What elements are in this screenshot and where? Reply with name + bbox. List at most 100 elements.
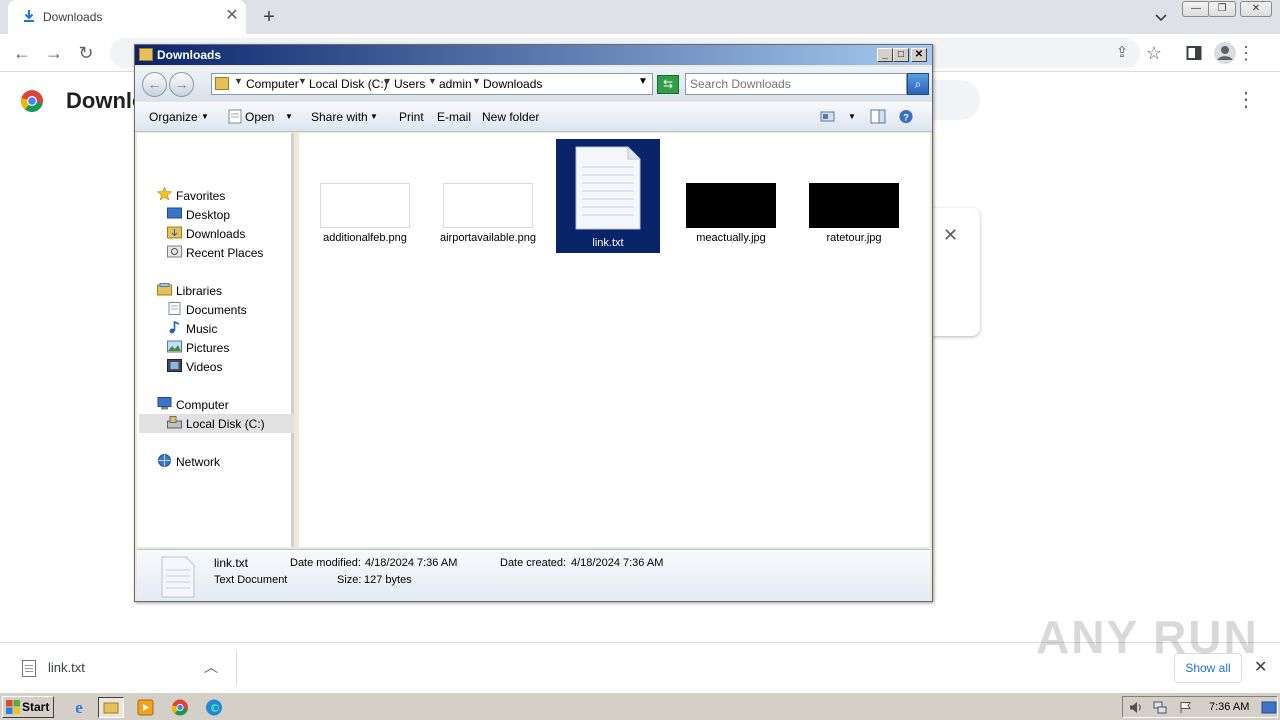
details-pane: link.txt Text Document Date modified: 4/…	[137, 549, 930, 601]
computer-icon	[157, 397, 172, 410]
maximize-button[interactable]: □	[893, 48, 909, 62]
help-icon[interactable]: ?	[898, 109, 914, 124]
breadcrumb-downloads[interactable]: Downloads	[483, 77, 542, 91]
svg-text:?: ?	[903, 112, 909, 122]
address-row: ← → ▼ Computer ▼ Local Disk (C:) ▼ Users…	[135, 67, 932, 101]
minimize-button[interactable]: _	[877, 48, 893, 62]
nav-desktop[interactable]: Desktop	[186, 208, 230, 222]
nav-network[interactable]: Network	[176, 455, 220, 469]
reload-icon[interactable]: ↻	[74, 41, 98, 65]
downloads-folder-icon	[167, 226, 182, 239]
chevron-right-icon[interactable]: ▼	[428, 76, 437, 86]
back-arrow-icon[interactable]: ←	[10, 41, 34, 65]
chrome-menu-icon[interactable]: ⋮	[1234, 41, 1258, 65]
email-button[interactable]: E-mail	[437, 110, 471, 124]
minimize-button[interactable]: —	[1182, 1, 1210, 17]
chevron-down-icon[interactable]: ▼	[848, 112, 856, 121]
chrome-logo-icon	[21, 90, 43, 112]
nav-local-disk[interactable]: Local Disk (C:)	[186, 417, 265, 431]
search-box[interactable]	[685, 73, 907, 95]
forward-arrow-icon[interactable]: →	[42, 41, 66, 65]
address-bar[interactable]: ▼ Computer ▼ Local Disk (C:) ▼ Users ▼ a…	[211, 73, 653, 95]
tab-downloads[interactable]: Downloads ✕	[8, 0, 246, 34]
file-item[interactable]: meactually.jpg	[679, 183, 783, 263]
share-icon[interactable]: ⇪	[1110, 41, 1134, 65]
chevron-right-icon[interactable]: ▼	[298, 76, 307, 86]
tab-close-icon[interactable]: ✕	[224, 8, 240, 24]
explorer-titlebar[interactable]: Downloads _ □ ✕	[135, 45, 932, 65]
new-tab-button[interactable]: +	[258, 6, 280, 28]
organize-button[interactable]: Organize	[149, 110, 198, 124]
forward-button[interactable]: →	[169, 72, 194, 97]
refresh-icon[interactable]: ⇆	[657, 75, 679, 94]
taskbar-edge[interactable]	[201, 697, 227, 718]
nav-videos[interactable]: Videos	[186, 360, 222, 374]
restore-button[interactable]: ❐	[1208, 1, 1236, 17]
file-item-selected[interactable]: link.txt	[556, 139, 660, 253]
chevron-down-icon[interactable]: ▼	[285, 112, 293, 121]
remove-from-list-icon[interactable]: ✕	[943, 225, 958, 246]
nav-music[interactable]: Music	[186, 322, 217, 336]
chevron-right-icon[interactable]: ▼	[472, 76, 481, 86]
watermark-logo: ANY RUN	[1036, 611, 1259, 663]
volume-icon[interactable]	[1129, 701, 1143, 714]
image-thumbnail	[686, 183, 776, 228]
change-view-icon[interactable]	[820, 109, 836, 124]
close-button[interactable]: ✕	[911, 48, 927, 62]
file-list: additionalfeb.png airportavailable.png l…	[299, 133, 930, 547]
show-desktop-icon[interactable]	[1261, 701, 1277, 714]
nav-computer[interactable]: Computer	[176, 398, 229, 412]
taskbar-chrome[interactable]	[167, 697, 193, 718]
file-item[interactable]: ratetour.jpg	[802, 183, 906, 263]
clock[interactable]: 7:36 AM	[1209, 701, 1249, 713]
address-dropdown-icon[interactable]: ▼	[638, 76, 648, 87]
details-date-created: 4/18/2024 7:36 AM	[571, 557, 664, 569]
nav-pictures[interactable]: Pictures	[186, 341, 229, 355]
local-disk-icon	[167, 416, 182, 429]
chevron-right-icon[interactable]: ▼	[234, 76, 243, 86]
svg-text:e: e	[75, 698, 83, 717]
search-icon[interactable]: ⌕	[907, 73, 929, 95]
network-icon	[158, 454, 171, 467]
start-button[interactable]: Start	[2, 696, 54, 718]
image-thumbnail	[443, 183, 533, 228]
taskbar-explorer[interactable]	[98, 697, 124, 718]
nav-favorites[interactable]: Favorites	[176, 189, 225, 203]
new-folder-button[interactable]: New folder	[482, 110, 539, 124]
more-actions-icon[interactable]: ⋮	[1236, 88, 1256, 112]
nav-downloads[interactable]: Downloads	[186, 227, 245, 241]
taskbar-media-player[interactable]	[133, 697, 159, 718]
back-button[interactable]: ←	[142, 72, 167, 97]
nav-libraries[interactable]: Libraries	[176, 284, 222, 298]
taskbar-internet-explorer[interactable]: e	[66, 697, 92, 718]
breadcrumb-local-disk[interactable]: Local Disk (C:)	[309, 77, 388, 91]
bookmark-star-icon[interactable]: ☆	[1142, 41, 1166, 65]
open-button[interactable]: Open	[245, 110, 274, 124]
breadcrumb-computer[interactable]: Computer	[246, 77, 299, 91]
details-date-modified-label: Date modified:	[290, 557, 361, 569]
print-button[interactable]: Print	[399, 110, 424, 124]
chevron-right-icon[interactable]: ▼	[383, 76, 392, 86]
chevron-down-icon[interactable]: ▼	[370, 112, 378, 121]
network-tray-icon[interactable]	[1153, 701, 1167, 714]
nav-documents[interactable]: Documents	[186, 303, 247, 317]
file-name: additionalfeb.png	[323, 232, 407, 244]
chrome-icon	[171, 699, 188, 716]
chevron-down-icon[interactable]: ▼	[201, 112, 209, 121]
desktop-icon	[167, 207, 182, 219]
media-player-icon	[137, 699, 154, 716]
breadcrumb-admin[interactable]: admin	[439, 77, 472, 91]
tab-search-chevron-icon[interactable]	[1152, 8, 1170, 26]
share-with-button[interactable]: Share with	[311, 110, 368, 124]
preview-pane-icon[interactable]	[870, 109, 886, 124]
chevron-up-icon[interactable]: ︿	[204, 657, 218, 677]
close-button[interactable]: ✕	[1240, 1, 1272, 17]
search-input[interactable]	[690, 75, 900, 93]
file-item[interactable]: additionalfeb.png	[313, 183, 417, 263]
download-item-name[interactable]: link.txt	[48, 660, 85, 675]
side-panel-icon[interactable]	[1182, 41, 1206, 65]
file-item[interactable]: airportavailable.png	[436, 183, 540, 263]
action-center-flag-icon[interactable]	[1179, 701, 1193, 714]
breadcrumb-users[interactable]: Users	[394, 77, 425, 91]
nav-recent-places[interactable]: Recent Places	[186, 246, 263, 260]
